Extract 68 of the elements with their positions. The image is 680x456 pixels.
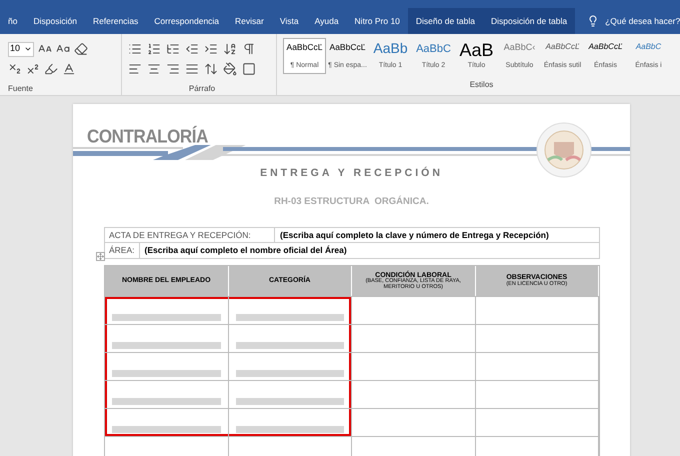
align-center-icon[interactable]: [147, 62, 161, 76]
table-cell[interactable]: [228, 352, 352, 380]
table-cell[interactable]: [105, 436, 228, 456]
seal-drawing: [536, 122, 592, 178]
indent-decrease-icon[interactable]: [185, 42, 199, 56]
ribbon-tab[interactable]: Disposición: [25, 8, 85, 34]
table-cell[interactable]: [105, 408, 228, 436]
ribbon-tab[interactable]: Revisar: [227, 8, 272, 34]
line-spacing-icon[interactable]: [204, 62, 218, 76]
group-label: Fuente: [8, 83, 34, 95]
table-cell[interactable]: [352, 436, 476, 456]
lightbulb-icon: [587, 15, 600, 27]
align-left-icon[interactable]: [128, 62, 142, 76]
table-cell[interactable]: [228, 380, 352, 408]
table-cell[interactable]: [105, 380, 228, 408]
table-cell[interactable]: [228, 436, 352, 456]
ribbon-tab[interactable]: Ayuda: [306, 8, 347, 34]
subscript-icon[interactable]: [8, 62, 22, 76]
table-cell[interactable]: [352, 380, 476, 408]
ribbon-tab[interactable]: Correspondencia: [146, 8, 228, 34]
table-cell[interactable]: [476, 324, 599, 352]
document-subtitle: RH-03 ESTRUCTURA ORGÁNICA.: [273, 194, 430, 209]
ribbon-tab[interactable]: Vista: [272, 8, 307, 34]
ribbon-tab[interactable]: ño: [0, 8, 26, 34]
content-placeholder[interactable]: [112, 370, 220, 377]
ribbon-tab[interactable]: Disposición de tabla: [482, 8, 576, 34]
numbering-icon[interactable]: [147, 42, 161, 56]
table-cell[interactable]: [352, 324, 476, 352]
table-cell[interactable]: [228, 408, 352, 436]
align-right-icon[interactable]: [166, 62, 180, 76]
font-color-icon[interactable]: [62, 62, 76, 76]
indent-increase-icon[interactable]: [204, 42, 218, 56]
table-move-handle-icon[interactable]: [96, 252, 105, 261]
table-cell[interactable]: [105, 352, 228, 380]
dropdown-caret-icon[interactable]: [24, 45, 32, 53]
multilevel-list-icon[interactable]: [166, 42, 180, 56]
table-cell[interactable]: [476, 380, 599, 408]
content-placeholder[interactable]: [236, 342, 344, 349]
font-size-field[interactable]: 10: [8, 42, 34, 56]
borders-icon[interactable]: [242, 62, 256, 76]
ribbon-tab[interactable]: Referencias: [84, 8, 146, 34]
highlighter-icon[interactable]: [44, 62, 58, 76]
logo-text: CONTRALORÍA: [87, 124, 208, 149]
document-title: ENTREGA Y RECEPCIÓN: [259, 166, 444, 181]
pilcrow-icon[interactable]: [242, 42, 256, 56]
justify-icon[interactable]: [185, 62, 199, 76]
eraser-icon[interactable]: [74, 42, 88, 56]
table-cell[interactable]: [476, 352, 599, 380]
table-cell[interactable]: [352, 408, 476, 436]
shading-icon[interactable]: [223, 62, 237, 76]
content-placeholder[interactable]: [112, 342, 220, 349]
sort-icon[interactable]: [223, 42, 237, 56]
table-cell[interactable]: [228, 296, 352, 324]
table-cell[interactable]: [352, 296, 476, 324]
tell-me-field[interactable]: ¿Qué desea hacer?: [575, 8, 680, 34]
group-label: Estilos: [470, 79, 494, 91]
ribbon-tab[interactable]: Nitro Pro 10: [346, 8, 408, 34]
table-cell[interactable]: [228, 324, 352, 352]
group-label: Párrafo: [188, 83, 216, 95]
table-cell[interactable]: [352, 352, 476, 380]
content-placeholder[interactable]: [236, 370, 344, 377]
table-cell[interactable]: [476, 408, 599, 436]
table-cell[interactable]: [105, 324, 228, 352]
superscript-icon[interactable]: [26, 62, 40, 76]
table-cell[interactable]: [476, 436, 599, 456]
table-cell[interactable]: [476, 296, 599, 324]
ribbon-tab[interactable]: Diseño de tabla: [408, 8, 483, 34]
table-cell[interactable]: [105, 296, 228, 324]
